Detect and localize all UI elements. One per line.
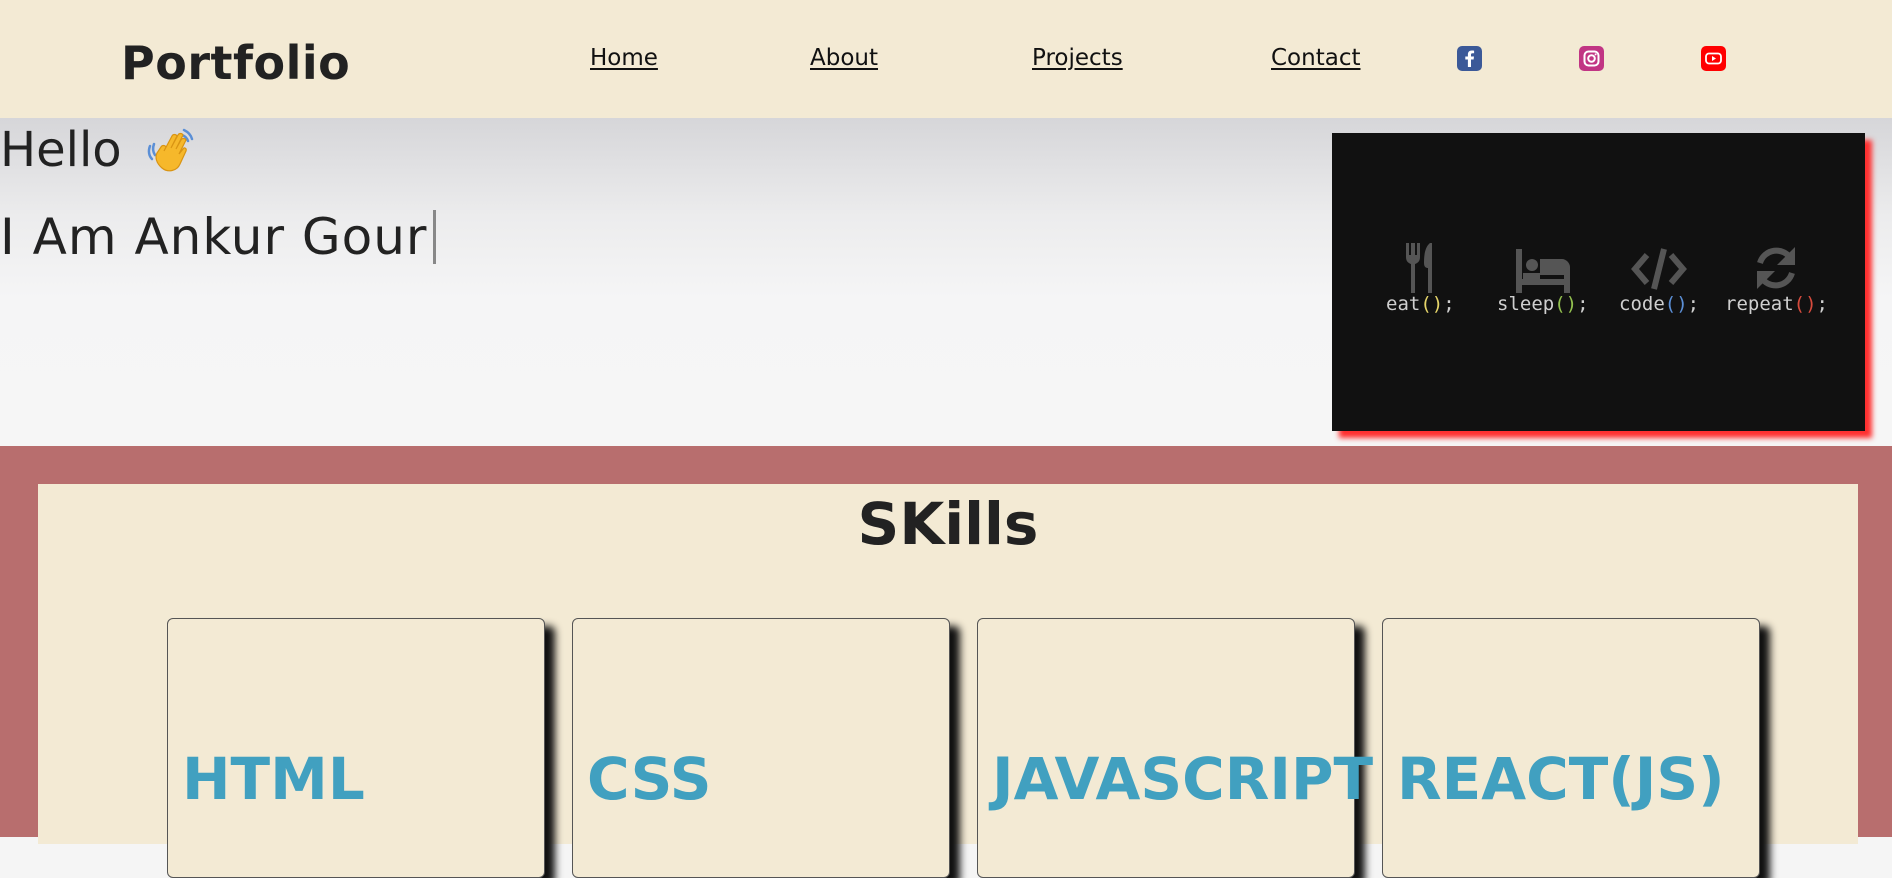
- greeting-heading: Hello: [0, 122, 196, 178]
- skill-name: HTML: [182, 745, 365, 813]
- skill-name: REACT(JS): [1397, 745, 1725, 813]
- skill-card-javascript[interactable]: JAVASCRIPT: [977, 618, 1373, 878]
- bed-icon: [1513, 241, 1573, 293]
- waving-hand-icon: [144, 124, 196, 176]
- nav-link-contact[interactable]: Contact: [1271, 45, 1360, 71]
- skill-card-react[interactable]: REACT(JS): [1382, 618, 1760, 878]
- typing-cursor: [433, 210, 437, 264]
- skills-title: SKills: [857, 490, 1039, 558]
- nav-link-about[interactable]: About: [810, 45, 878, 71]
- code-icon: [1629, 241, 1689, 293]
- motto-item-code: code();: [1619, 241, 1699, 315]
- instagram-icon[interactable]: [1579, 46, 1604, 71]
- skill-card-html[interactable]: HTML: [167, 618, 545, 878]
- motto-text-code: code();: [1619, 293, 1700, 315]
- nav-link-projects[interactable]: Projects: [1032, 45, 1123, 71]
- greeting-text: Hello: [0, 122, 122, 178]
- skills-panel: SKills HTML CSS JAVASCRIPT REACT(JS): [38, 484, 1858, 878]
- motto-text-repeat: repeat();: [1725, 293, 1828, 315]
- motto-banner: eat(); sleep(); code(); repeat();: [1332, 133, 1865, 431]
- hero-section: Hello I Am Ankur Gour eat(); sleep(); co…: [0, 118, 1892, 446]
- motto-item-sleep: sleep();: [1497, 241, 1589, 315]
- skill-name: JAVASCRIPT: [992, 745, 1374, 813]
- facebook-icon[interactable]: [1457, 46, 1482, 71]
- refresh-icon: [1749, 241, 1803, 293]
- skill-name: CSS: [587, 745, 712, 813]
- fork-knife-icon: [1400, 241, 1440, 293]
- motto-item-repeat: repeat();: [1725, 241, 1828, 315]
- brand-logo[interactable]: Portfolio: [121, 36, 350, 90]
- youtube-icon[interactable]: [1701, 46, 1726, 71]
- skills-section: SKills HTML CSS JAVASCRIPT REACT(JS): [0, 446, 1892, 878]
- intro-heading: I Am Ankur Gour: [0, 208, 437, 266]
- nav-link-home[interactable]: Home: [590, 45, 658, 71]
- skill-card-css[interactable]: CSS: [572, 618, 950, 878]
- motto-text-eat: eat();: [1386, 293, 1455, 315]
- navbar: Portfolio Home About Projects Contact: [0, 0, 1892, 118]
- motto-text-sleep: sleep();: [1497, 293, 1589, 315]
- intro-text: I Am Ankur Gour: [0, 208, 428, 266]
- motto-item-eat: eat();: [1386, 241, 1455, 315]
